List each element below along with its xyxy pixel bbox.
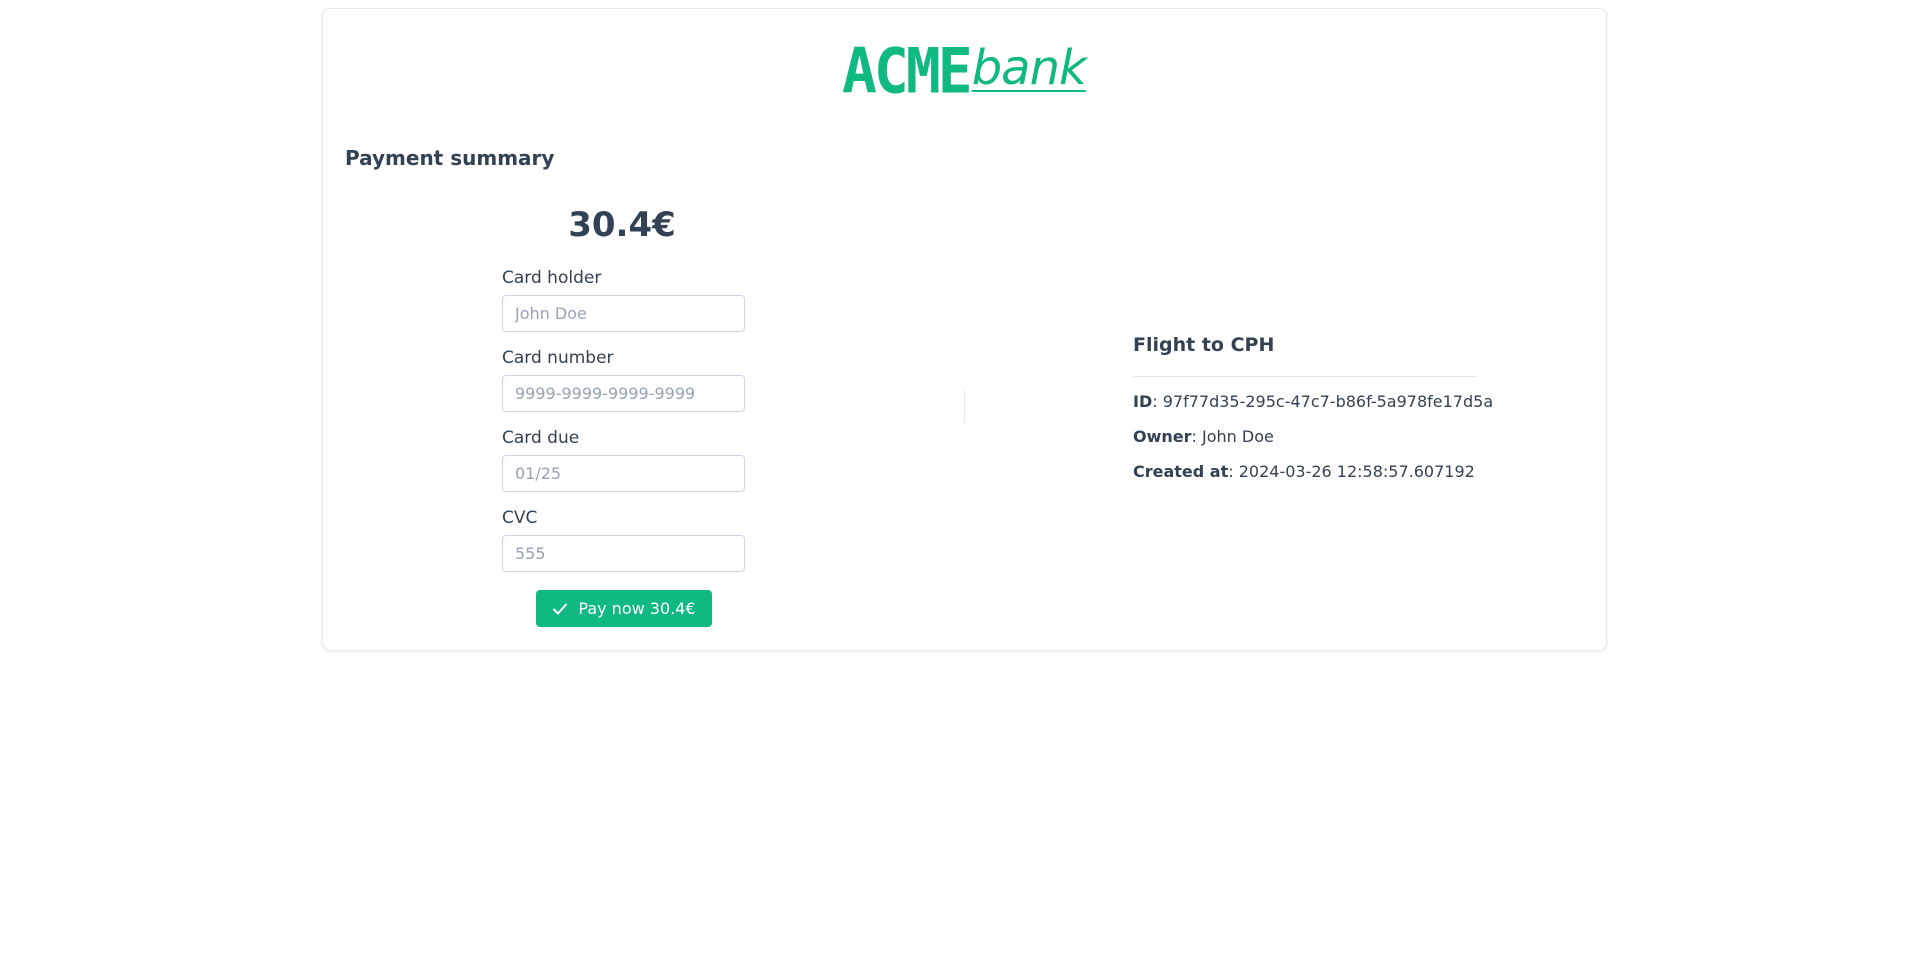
detail-owner-value: John Doe — [1202, 427, 1274, 446]
detail-created-value: 2024-03-26 12:58:57.607192 — [1238, 462, 1475, 481]
cvc-input[interactable] — [502, 535, 745, 572]
card-holder-input[interactable] — [502, 295, 745, 332]
logo-acme-text: ACME — [842, 34, 973, 108]
order-title: Flight to CPH — [1133, 334, 1275, 356]
detail-created-row: Created at: 2024-03-26 12:58:57.607192 — [1133, 462, 1475, 481]
detail-id-key: ID — [1133, 392, 1153, 411]
pay-now-button[interactable]: Pay now 30.4€ — [536, 590, 712, 627]
pay-now-label: Pay now 30.4€ — [578, 599, 696, 618]
check-icon — [552, 601, 568, 617]
detail-owner-key: Owner — [1133, 427, 1192, 446]
logo-bank-text: bank — [971, 40, 1087, 96]
detail-owner-row: Owner: John Doe — [1133, 427, 1274, 446]
card-due-input[interactable] — [502, 455, 745, 492]
detail-id-row: ID: 97f77d35-295c-47c7-b86f-5a978fe17d5a — [1133, 392, 1494, 411]
cvc-label: CVC — [502, 508, 538, 528]
column-divider — [964, 389, 965, 423]
details-divider — [1133, 376, 1476, 377]
acme-bank-logo: ACME bank — [842, 30, 1087, 108]
card-number-input[interactable] — [502, 375, 745, 412]
detail-created-key: Created at — [1133, 462, 1229, 481]
detail-id-value: 97f77d35-295c-47c7-b86f-5a978fe17d5a — [1162, 392, 1494, 411]
payment-summary-title: Payment summary — [345, 146, 555, 170]
payment-amount: 30.4€ — [568, 205, 676, 245]
card-number-label: Card number — [502, 348, 614, 368]
card-holder-label: Card holder — [502, 268, 602, 288]
card-due-label: Card due — [502, 428, 580, 448]
